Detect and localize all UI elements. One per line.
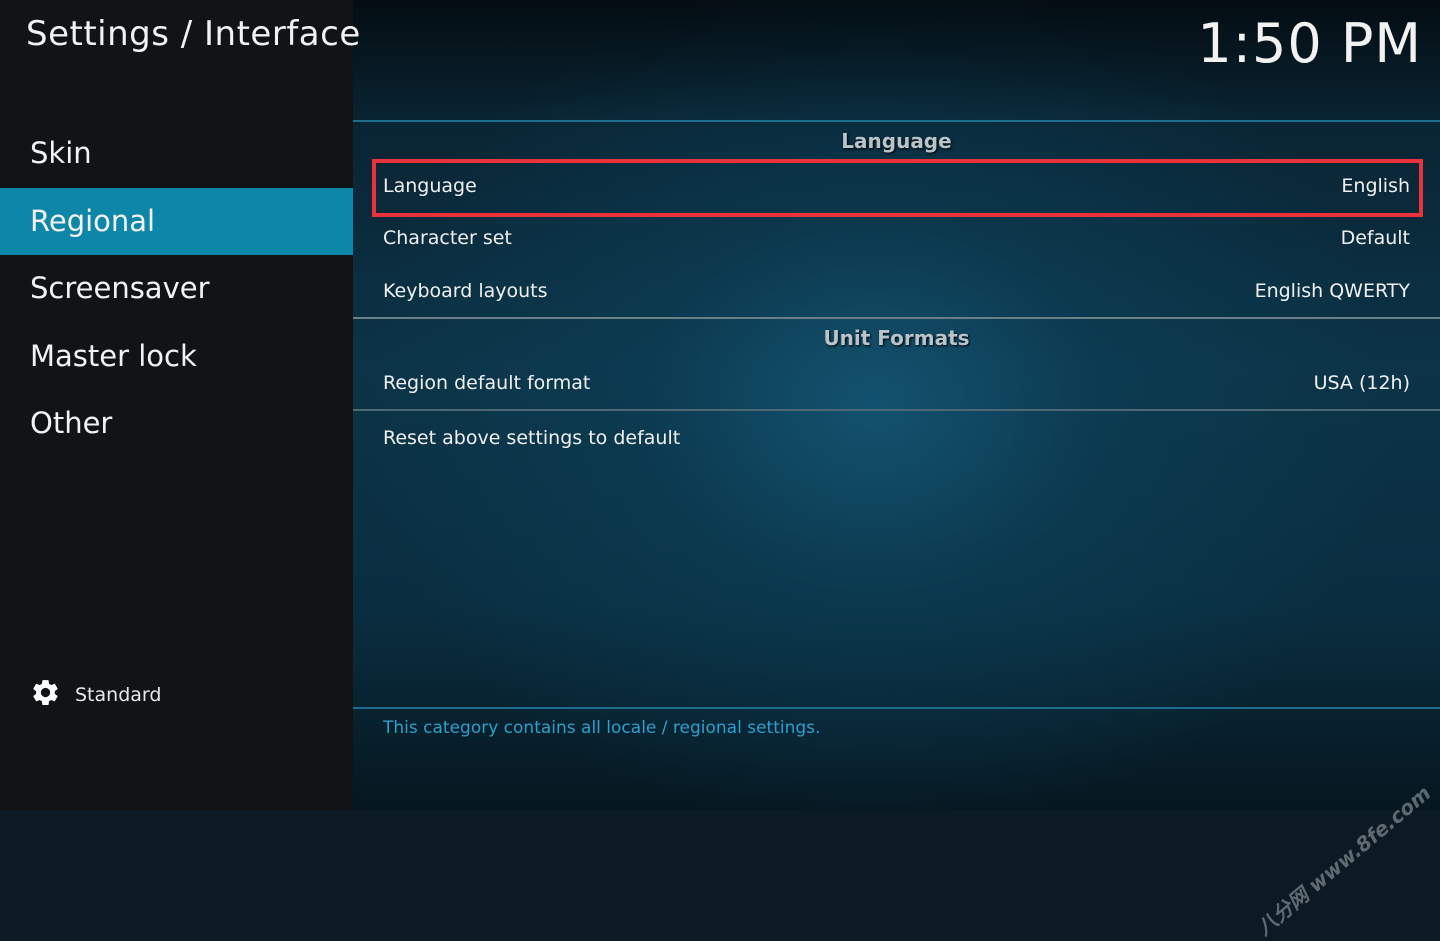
settings-level-button[interactable]: Standard — [30, 677, 161, 713]
sidebar-item-master-lock[interactable]: Master lock — [0, 323, 353, 390]
setting-row-language[interactable]: Language English — [383, 175, 1410, 197]
setting-label: Keyboard layouts — [383, 280, 548, 302]
reset-label: Reset above settings to default — [383, 427, 680, 449]
setting-row-character-set[interactable]: Character set Default — [383, 227, 1410, 249]
setting-row-keyboard-layouts[interactable]: Keyboard layouts English QWERTY — [383, 280, 1410, 302]
gear-icon — [30, 677, 61, 713]
section-divider — [353, 120, 1440, 122]
section-divider — [353, 317, 1440, 319]
sidebar-item-other[interactable]: Other — [0, 390, 353, 457]
setting-label: Region default format — [383, 372, 590, 394]
sidebar-item-skin[interactable]: Skin — [0, 120, 353, 187]
setting-value: USA (12h) — [1314, 372, 1410, 394]
clock: 1:50 PM — [1197, 12, 1422, 75]
sidebar: Skin Regional Screensaver Master lock Ot… — [0, 0, 353, 810]
setting-label: Character set — [383, 227, 512, 249]
section-title-unit-formats: Unit Formats — [353, 326, 1440, 350]
reset-settings-button[interactable]: Reset above settings to default — [383, 427, 1410, 449]
section-divider — [353, 409, 1440, 411]
setting-value: English — [1341, 175, 1410, 197]
section-title-language: Language — [353, 129, 1440, 153]
sidebar-item-regional[interactable]: Regional — [0, 188, 353, 255]
setting-label: Language — [383, 175, 477, 197]
setting-value: English QWERTY — [1255, 280, 1410, 302]
sidebar-item-screensaver[interactable]: Screensaver — [0, 255, 353, 322]
watermark-line1: 八分网 — [1252, 883, 1313, 940]
setting-row-region-default-format[interactable]: Region default format USA (12h) — [383, 372, 1410, 394]
settings-level-label: Standard — [75, 684, 161, 706]
page-title: Settings / Interface — [26, 14, 361, 54]
category-description: This category contains all locale / regi… — [383, 718, 820, 738]
description-divider — [353, 707, 1440, 709]
setting-value: Default — [1341, 227, 1410, 249]
